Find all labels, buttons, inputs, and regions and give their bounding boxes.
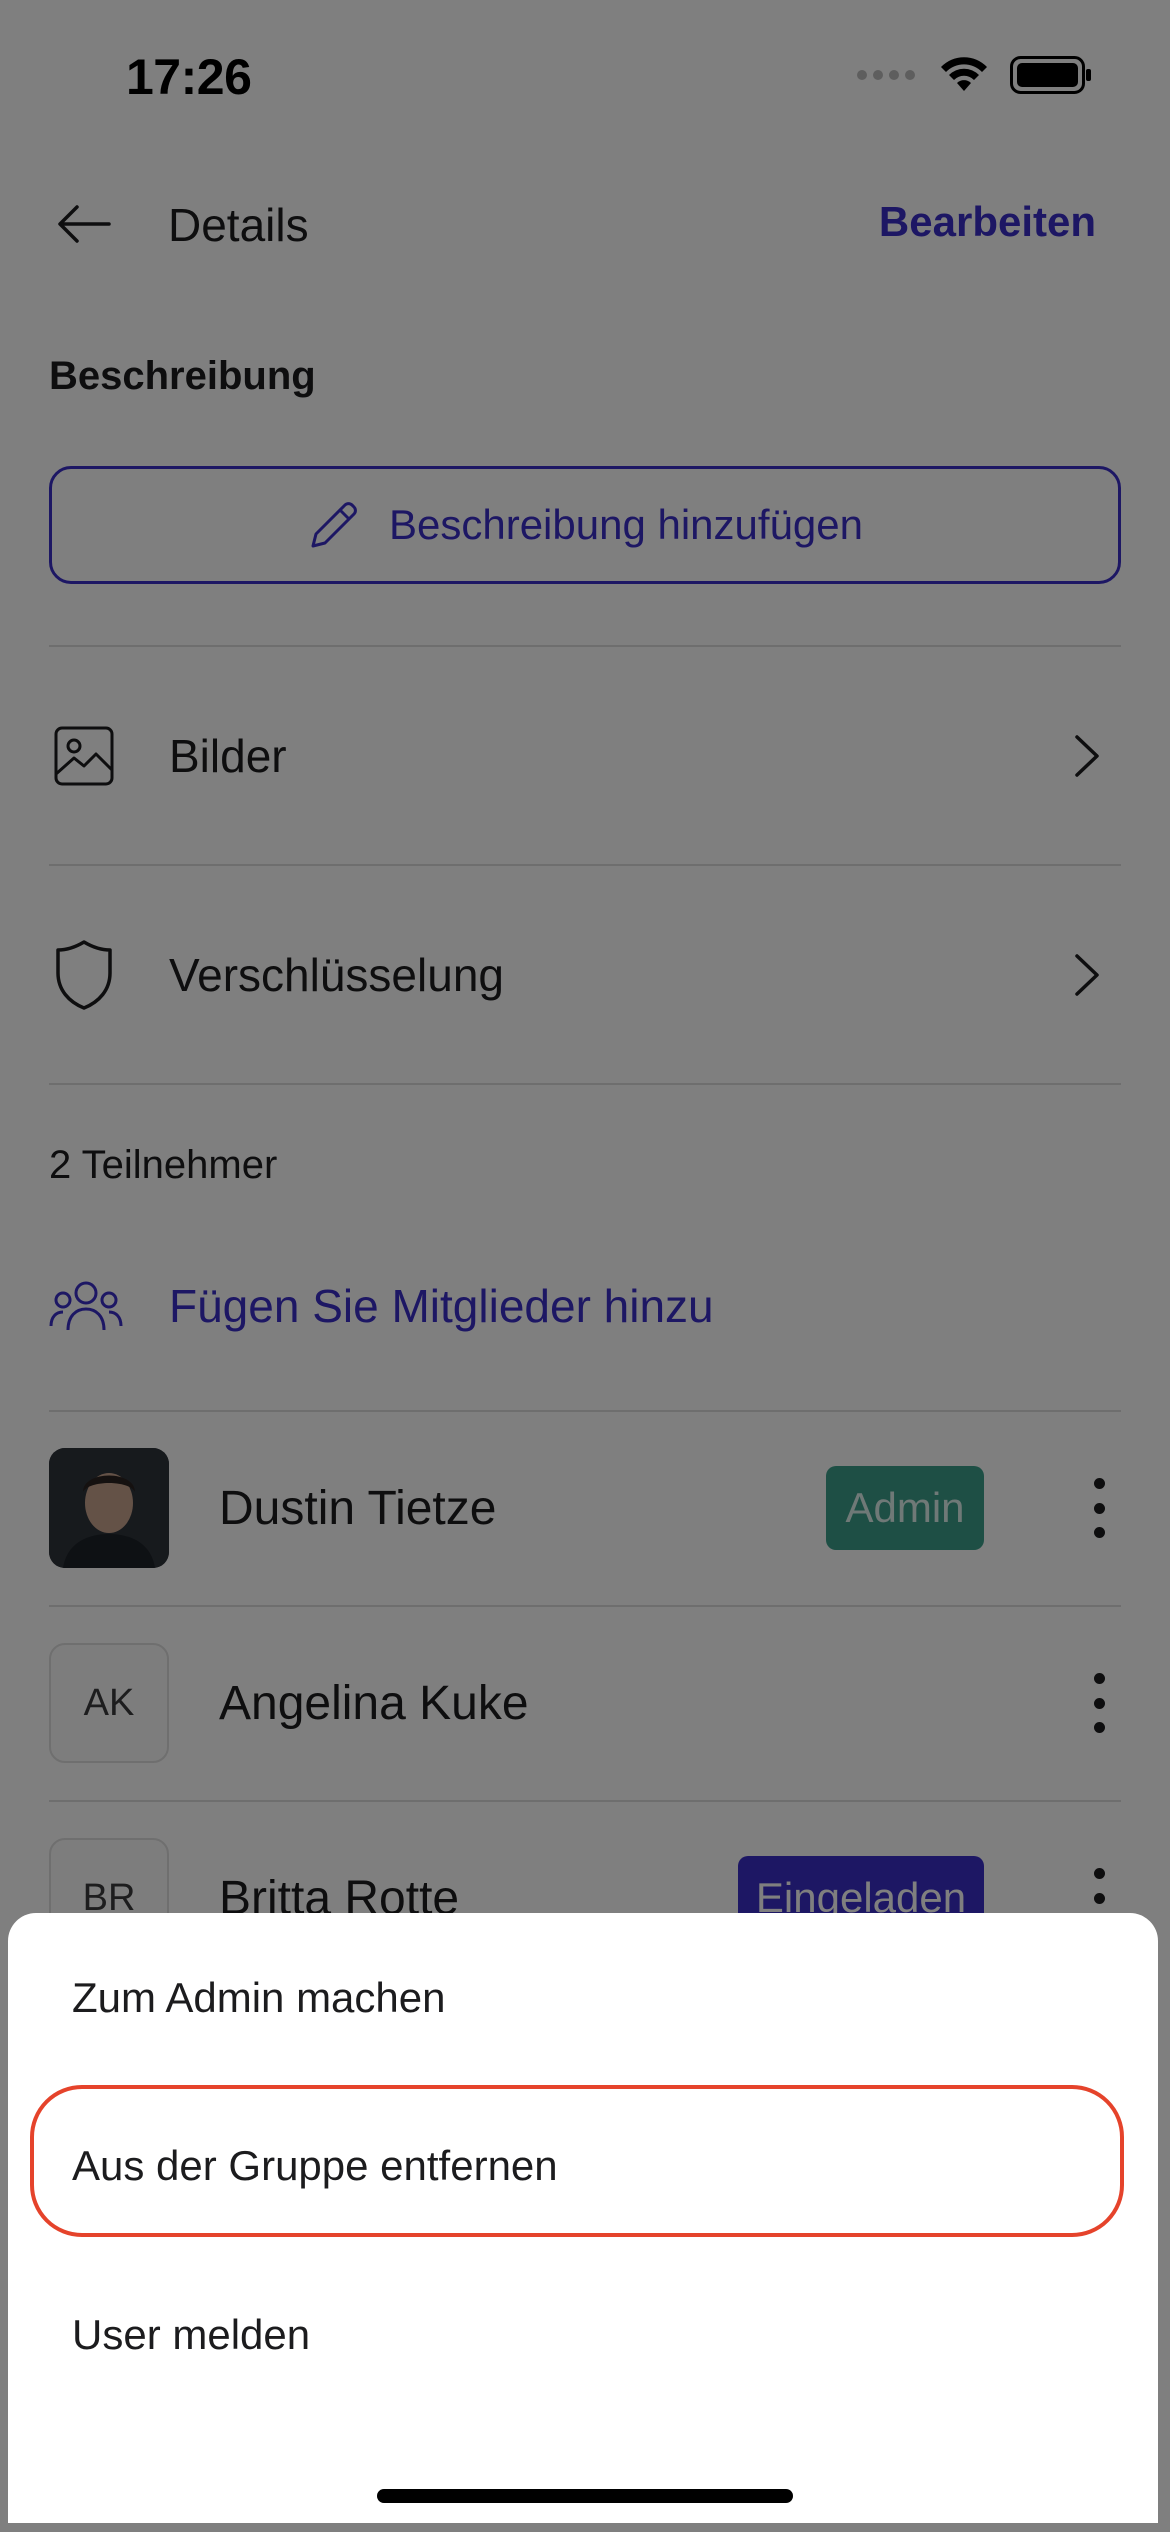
make-admin-option[interactable]: Zum Admin machen	[72, 1974, 446, 2022]
home-indicator	[377, 2489, 793, 2503]
report-user-option[interactable]: User melden	[72, 2311, 310, 2359]
highlight-outline	[30, 2085, 1124, 2237]
